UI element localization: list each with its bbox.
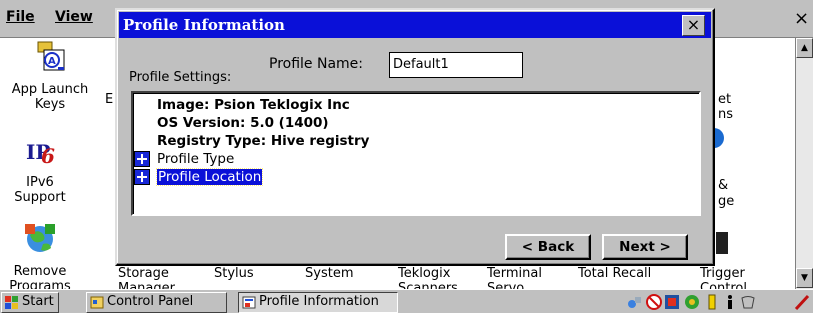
tree-item-registry-type[interactable]: Registry Type: Hive registry (157, 132, 699, 150)
keyboard-icon[interactable] (740, 294, 756, 310)
svg-text:6: 6 (41, 144, 55, 167)
svg-text:A: A (48, 56, 56, 67)
profile-information-dialog: Profile Information × Profile Name: Prof… (115, 8, 715, 266)
info-icon[interactable] (722, 294, 738, 310)
back-button[interactable]: < Back (505, 234, 591, 260)
dialog-title-bar: Profile Information (119, 12, 711, 38)
tree-item-label: Profile Location (155, 168, 264, 186)
remove-programs-item[interactable]: Remove Programs (4, 222, 76, 294)
system-tray (598, 292, 813, 313)
tree-item-image[interactable]: Image: Psion Teklogix Inc (157, 96, 699, 114)
total-recall-label[interactable]: Total Recall (578, 266, 651, 281)
profile-information-task[interactable]: Profile Information (238, 292, 398, 313)
hidden-item-fragment: ge (718, 194, 735, 209)
no-signal-icon[interactable] (646, 294, 662, 310)
expand-plus-icon[interactable] (134, 169, 150, 185)
tree-item-profile-type[interactable]: Profile Type (134, 150, 699, 168)
start-button[interactable]: Start (1, 292, 59, 313)
control-panel-task[interactable]: Control Panel (86, 292, 227, 313)
profile-information-task-label: Profile Information (259, 294, 379, 309)
ipv6-icon: IP 6 (26, 140, 55, 168)
profile-name-input[interactable]: Default1 (389, 52, 523, 78)
tree-item-os-version[interactable]: OS Version: 5.0 (1400) (157, 114, 699, 132)
ipv6-support-label: IPv6 Support (14, 175, 66, 205)
expand-plus-icon[interactable] (134, 151, 150, 167)
control-panel-icon (90, 296, 104, 309)
windows-flag-icon (5, 296, 18, 309)
system-label[interactable]: System (305, 266, 353, 281)
scroll-up-button[interactable]: ▲ (796, 38, 813, 58)
vertical-scrollbar[interactable]: ▲ ▼ (795, 38, 813, 289)
app-launch-icon: A (37, 41, 65, 71)
profile-name-label: Profile Name: (269, 56, 364, 72)
menu-file[interactable]: File (6, 9, 35, 25)
dark-accent-shape (716, 232, 728, 254)
taskbar: Start Control Panel Profile Information (0, 289, 813, 313)
hidden-item-fragment: E (105, 92, 114, 107)
pen-icon[interactable] (794, 294, 810, 310)
hidden-item-fragment: et (718, 92, 732, 107)
dialog-close-button[interactable]: × (682, 15, 705, 36)
status-icon[interactable] (664, 294, 680, 310)
app-launch-keys-label: App Launch Keys (11, 82, 89, 112)
ipv6-support-item[interactable]: IP 6 IPv6 Support (4, 133, 76, 205)
blue-accent-shape (714, 128, 724, 148)
hidden-item-fragment: & (718, 178, 729, 193)
control-panel-close-button[interactable]: × (790, 8, 813, 31)
profile-settings-label: Profile Settings: (129, 70, 232, 85)
control-panel-task-label: Control Panel (107, 294, 194, 309)
remove-programs-icon (25, 224, 55, 252)
dialog-title: Profile Information (123, 16, 285, 34)
next-button[interactable]: Next > (602, 234, 688, 260)
tree-item-profile-location[interactable]: Profile Location (134, 168, 699, 186)
stylus-label[interactable]: Stylus (214, 266, 254, 281)
app-launch-keys-item[interactable]: A App Launch Keys (4, 40, 96, 112)
scroll-down-button[interactable]: ▼ (796, 268, 813, 288)
battery-icon[interactable] (704, 294, 720, 310)
profile-info-icon (242, 296, 256, 309)
hidden-item-fragment: ns (718, 107, 734, 122)
menu-view[interactable]: View (55, 9, 93, 25)
tree-item-label: Profile Type (157, 151, 235, 167)
profile-settings-tree[interactable]: Image: Psion Teklogix Inc OS Version: 5.… (131, 91, 701, 216)
network-icon[interactable] (626, 294, 642, 310)
globe-icon[interactable] (684, 294, 700, 310)
start-label: Start (22, 294, 54, 309)
